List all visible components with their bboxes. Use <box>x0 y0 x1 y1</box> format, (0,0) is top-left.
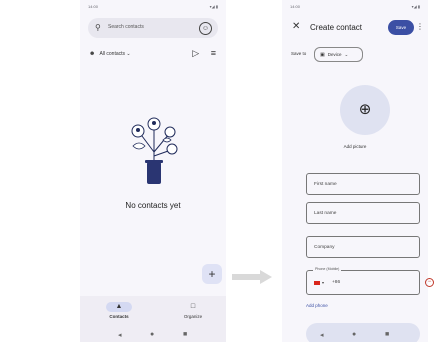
system-navigation: ◂ ● ■ <box>80 331 226 340</box>
search-icon: ⚲ <box>95 23 101 32</box>
status-bar: 14:00 ▾◢ ▮ <box>88 3 218 11</box>
top-app-bar: ✕ Create contact Save ⋮ <box>282 16 428 40</box>
add-contact-button[interactable]: + <box>202 264 222 284</box>
last-name-field[interactable]: Last name <box>306 202 420 224</box>
close-icon[interactable]: ✕ <box>292 21 300 32</box>
empty-contacts-illustration <box>131 117 178 184</box>
home-icon[interactable]: ● <box>352 331 356 338</box>
status-icons: ▾◢ ▮ <box>411 4 420 9</box>
filter-icon[interactable]: ≡ <box>211 48 216 58</box>
back-icon[interactable]: ◂ <box>118 331 122 339</box>
nav-item-contacts[interactable]: ▲ Contacts <box>94 302 144 319</box>
country-dropdown-icon[interactable]: ▾ <box>322 280 324 285</box>
system-navigation: ◂ ● ■ <box>282 331 428 340</box>
account-circle-icon[interactable]: ☺ <box>199 22 212 35</box>
nav-item-organize[interactable]: □ Organize <box>168 302 218 319</box>
recents-icon[interactable]: ■ <box>183 331 187 338</box>
add-photo-icon[interactable]: ⊕ <box>340 85 390 135</box>
recents-icon[interactable]: ■ <box>385 331 389 338</box>
add-phone-link[interactable]: Add phone <box>306 303 328 308</box>
phone-field-legend: Phone (Mobile) <box>313 267 342 271</box>
contacts-screen: 14:00 ▾◢ ▮ ⚲ Search contacts ☺ ☻ All con… <box>80 0 226 342</box>
account-filter-label: All contacts <box>99 51 126 57</box>
account-selector-label: Device <box>327 52 342 57</box>
empty-state-message: No contacts yet <box>125 201 181 210</box>
nav-label-organize: Organize <box>183 314 203 319</box>
contacts-icon: ▲ <box>106 302 132 312</box>
search-input[interactable]: Search contacts <box>108 24 144 30</box>
country-flag-icon[interactable] <box>314 281 320 285</box>
transition-arrow-icon <box>232 270 272 284</box>
back-icon[interactable]: ◂ <box>320 331 324 339</box>
account-selector[interactable]: ▣ Device ⌄ <box>314 47 363 62</box>
save-to-label: Save to <box>291 51 307 56</box>
bottom-navigation: ▲ Contacts □ Organize ◂ ● ■ <box>80 296 226 342</box>
home-icon[interactable]: ● <box>150 331 154 338</box>
chevron-down-icon: ⌄ <box>126 51 131 57</box>
search-bar[interactable]: ⚲ Search contacts ☺ <box>88 18 218 38</box>
people-icon: ☻ <box>89 51 96 57</box>
phone-field[interactable]: Phone (Mobile) ▾ +86 <box>306 267 420 295</box>
add-picture-link[interactable]: Add picture <box>282 144 428 149</box>
label-icon[interactable]: ▷ <box>192 48 199 58</box>
account-filter[interactable]: ☻ All contacts ⌄ <box>89 51 131 57</box>
status-time: 14:00 <box>290 4 301 9</box>
nav-label-contacts: Contacts <box>109 314 129 319</box>
save-button[interactable]: Save <box>388 20 414 35</box>
create-contact-screen: 14:00 ▾◢ ▮ ✕ Create contact Save ⋮ Save … <box>282 0 428 342</box>
more-options-icon[interactable]: ⋮ <box>416 22 424 31</box>
toolbar: ▷ ≡ <box>183 48 216 59</box>
chevron-down-icon: ⌄ <box>344 52 349 57</box>
device-icon: ▣ <box>320 52 325 58</box>
page-title: Create contact <box>310 23 363 32</box>
status-bar: 14:00 ▾◢ ▮ <box>290 3 420 11</box>
remove-phone-icon[interactable]: − <box>425 278 434 287</box>
phone-country-code[interactable]: +86 <box>332 280 340 285</box>
organize-icon: □ <box>190 303 196 310</box>
status-time: 14:00 <box>88 4 99 9</box>
company-field[interactable]: Company <box>306 236 420 258</box>
first-name-field[interactable]: First name <box>306 173 420 195</box>
status-icons: ▾◢ ▮ <box>209 4 218 9</box>
